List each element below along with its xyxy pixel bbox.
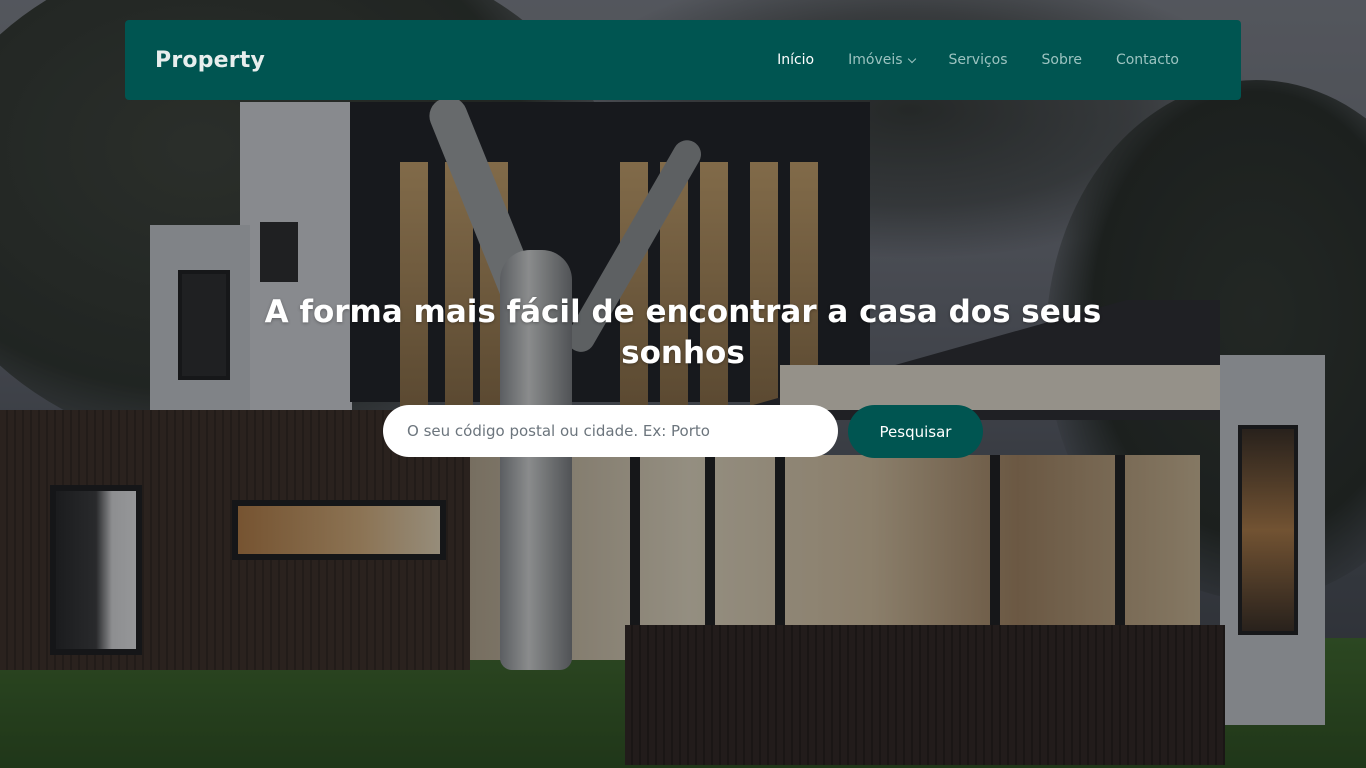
search-button[interactable]: Pesquisar [848,405,983,458]
hero-overlay [0,0,1366,768]
nav-item-label: Contacto [1115,52,1179,68]
nav-item-imoveis[interactable]: Imóveis [831,52,931,68]
nav-item-servicos[interactable]: Serviços [932,52,1025,68]
navbar: Property Início Imóveis Serviços Sobre C… [125,20,1241,100]
main-nav: Início Imóveis Serviços Sobre Contacto [760,52,1196,68]
nav-item-label: Sobre [1041,52,1082,68]
nav-item-label: Serviços [948,52,1008,68]
chevron-down-icon [907,54,916,63]
nav-item-sobre[interactable]: Sobre [1025,52,1099,68]
nav-item-label: Imóveis [848,52,903,68]
nav-item-inicio[interactable]: Início [760,52,831,68]
hero-title: A forma mais fácil de encontrar a casa d… [264,294,1102,371]
nav-item-contacto[interactable]: Contacto [1099,52,1196,68]
search-input[interactable] [383,405,838,457]
nav-item-label: Início [777,52,815,68]
brand-logo[interactable]: Property [155,48,265,73]
hero-background-image [0,0,1366,768]
